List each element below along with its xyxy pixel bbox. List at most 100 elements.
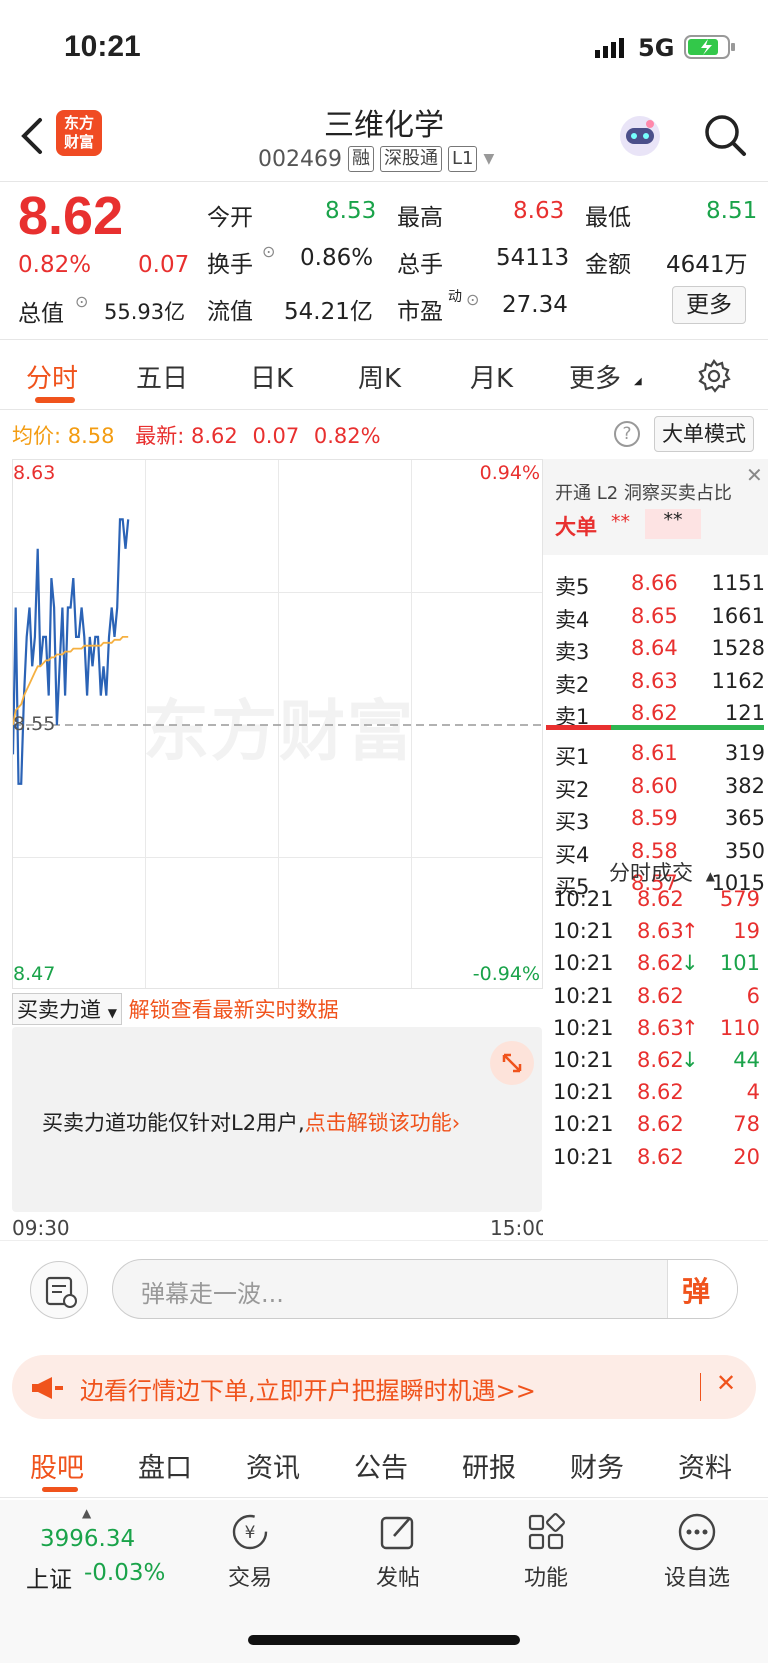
bid-price: 8.61 <box>631 741 678 765</box>
bid-price: 8.59 <box>631 806 678 830</box>
danmu-input[interactable]: 弹幕走一波... 弹 <box>112 1259 738 1319</box>
trade-row: 10:21 8.63 ↑ 19 <box>553 919 768 953</box>
price-line-svg <box>13 518 544 785</box>
intraday-chart[interactable]: 东方财富 8.63 0.94% 8.55 8.47 -0.94% <box>12 459 544 989</box>
trade-price: 8.62 <box>637 951 684 976</box>
bid-label: 买2 <box>555 777 590 802</box>
force-panel-text: 买卖力道功能仅针对L2用户,点击解锁该功能› <box>42 1111 461 1135</box>
big-order-mode-button[interactable]: 大单模式 <box>654 416 754 452</box>
tab-five-day[interactable]: 五日 <box>136 358 188 395</box>
ask-price: 8.65 <box>631 603 678 628</box>
account-promo-banner[interactable]: 边看行情边下单,立即开户把握瞬时机遇>> ✕ <box>12 1355 756 1419</box>
force-unlock-hint[interactable]: 解锁查看最新实时数据 <box>129 998 339 1022</box>
bid-volume: 365 <box>724 806 765 830</box>
notes-icon[interactable] <box>30 1261 88 1319</box>
trade-volume: 44 <box>733 1048 760 1072</box>
pe-value: 27.34 <box>502 292 568 318</box>
pe-sup: 动 <box>448 289 462 305</box>
tab-more[interactable]: 更多 <box>569 358 621 395</box>
tab-intraday[interactable]: 分时 <box>26 358 78 395</box>
bid-volume: 319 <box>724 741 765 765</box>
stock-code-row[interactable]: 002469 融 深股通 L1 ▼ <box>258 146 494 172</box>
megaphone-icon <box>30 1375 64 1401</box>
x-end-label: 15:00 <box>490 1216 548 1240</box>
tab-announcements[interactable]: 公告 <box>354 1446 408 1485</box>
y-max-label: 8.63 <box>13 462 56 484</box>
chevron-down-icon[interactable]: ▼ <box>483 151 494 167</box>
gear-icon[interactable] <box>696 358 732 394</box>
y-min-label: 8.47 <box>13 963 56 985</box>
turnover-label: 换手 <box>207 252 253 278</box>
stock-code: 002469 <box>258 146 342 172</box>
last-value: 8.62 <box>190 424 238 448</box>
last-label: 最新: <box>135 424 185 448</box>
trade-row: 10:21 8.62 579 <box>553 887 768 921</box>
tab-month-k[interactable]: 月K <box>470 358 513 395</box>
danmu-send-button[interactable]: 弹 <box>667 1260 737 1318</box>
ask-row: 卖2 8.63 1162 <box>555 669 765 701</box>
index-value: 3996.34 <box>40 1526 136 1552</box>
expand-icon[interactable] <box>490 1041 534 1085</box>
turnover-value: 0.86% <box>300 245 374 271</box>
trade-row: 10:21 8.62 6 <box>553 984 768 1018</box>
help-icon[interactable]: ? <box>614 421 640 447</box>
force-title: 买卖力道 <box>17 998 101 1022</box>
trade-arrow: ↑ <box>681 919 699 944</box>
pe-label: 市盈 <box>397 299 443 325</box>
trade-price: 8.62 <box>637 1080 684 1105</box>
tab-profile[interactable]: 资料 <box>678 1446 732 1485</box>
tab-research[interactable]: 研报 <box>462 1446 516 1485</box>
promo-text: 边看行情边下单,立即开户把握瞬时机遇>> <box>80 1377 536 1405</box>
tab-week-k[interactable]: 周K <box>358 358 401 395</box>
info-dots-icon[interactable]: ⊙ <box>75 292 88 311</box>
high-value: 8.63 <box>513 198 565 224</box>
info-dots-icon[interactable]: ⊙ <box>262 242 275 261</box>
footer-watchlist[interactable]: 设自选 <box>652 1510 742 1592</box>
search-icon[interactable] <box>702 112 748 158</box>
close-icon[interactable]: ✕ <box>716 1369 736 1397</box>
trades-title[interactable]: 分时成交 ▲ <box>609 857 715 887</box>
status-time: 10:21 <box>64 30 141 63</box>
danmu-button-label: 弹 <box>682 1275 711 1308</box>
ask-row: 卖3 8.64 1528 <box>555 636 765 668</box>
trade-volume: 19 <box>733 919 760 944</box>
chevron-up-icon: ▲ <box>82 1506 92 1520</box>
ask-label: 卖4 <box>555 607 590 632</box>
trade-row: 10:21 8.62 78 <box>553 1112 768 1146</box>
pct-max-label: 0.94% <box>479 462 540 484</box>
robot-avatar-icon[interactable] <box>616 112 664 160</box>
close-icon[interactable]: ✕ <box>746 463 763 487</box>
tab-day-k[interactable]: 日K <box>250 358 293 395</box>
info-dots-icon[interactable]: ⊙ <box>466 290 479 309</box>
force-unlock-link[interactable]: 点击解锁该功能 <box>305 1111 452 1135</box>
ask-label: 卖3 <box>555 640 590 664</box>
ask-volume: 1162 <box>711 668 765 693</box>
ask-volume: 121 <box>724 701 765 725</box>
more-button[interactable]: 更多 <box>672 286 746 324</box>
footer-post[interactable]: 发帖 <box>358 1510 438 1592</box>
trade-time: 10:21 <box>553 1048 614 1072</box>
ask-price: 8.66 <box>631 571 678 595</box>
bid-label: 买4 <box>555 842 590 867</box>
footer-functions[interactable]: 功能 <box>506 1510 586 1592</box>
network-label: 5G <box>638 34 675 62</box>
trade-volume: 20 <box>733 1144 760 1169</box>
trade-time: 10:21 <box>553 1015 614 1040</box>
bid-price: 8.60 <box>631 773 678 798</box>
more-dots-icon <box>678 1513 716 1551</box>
tab-handicap[interactable]: 盘口 <box>138 1446 192 1485</box>
last-change: 0.07 <box>252 424 300 448</box>
tag-level: L1 <box>447 146 478 172</box>
trade-time: 10:21 <box>553 1144 614 1169</box>
tab-finance[interactable]: 财务 <box>570 1446 624 1485</box>
ask-price: 8.64 <box>631 636 678 660</box>
footer-trade[interactable]: ¥ 交易 <box>210 1510 290 1592</box>
tab-news[interactable]: 资讯 <box>246 1446 300 1485</box>
trade-price: 8.62 <box>637 1144 684 1169</box>
l2-promo-row[interactable]: 开通 L2 洞察买卖占比 ✕ 大单 ** ** <box>543 459 768 555</box>
price-info-line: 均价: 8.58 最新: 8.62 0.07 0.82% <box>12 420 381 450</box>
force-selector[interactable]: 买卖力道 ▼ <box>12 993 122 1025</box>
index-ticker[interactable]: ▲ 3996.34 上证 -0.03% <box>22 1506 172 1593</box>
tab-forum[interactable]: 股吧 <box>30 1446 84 1485</box>
svg-text:¥: ¥ <box>245 1523 256 1543</box>
